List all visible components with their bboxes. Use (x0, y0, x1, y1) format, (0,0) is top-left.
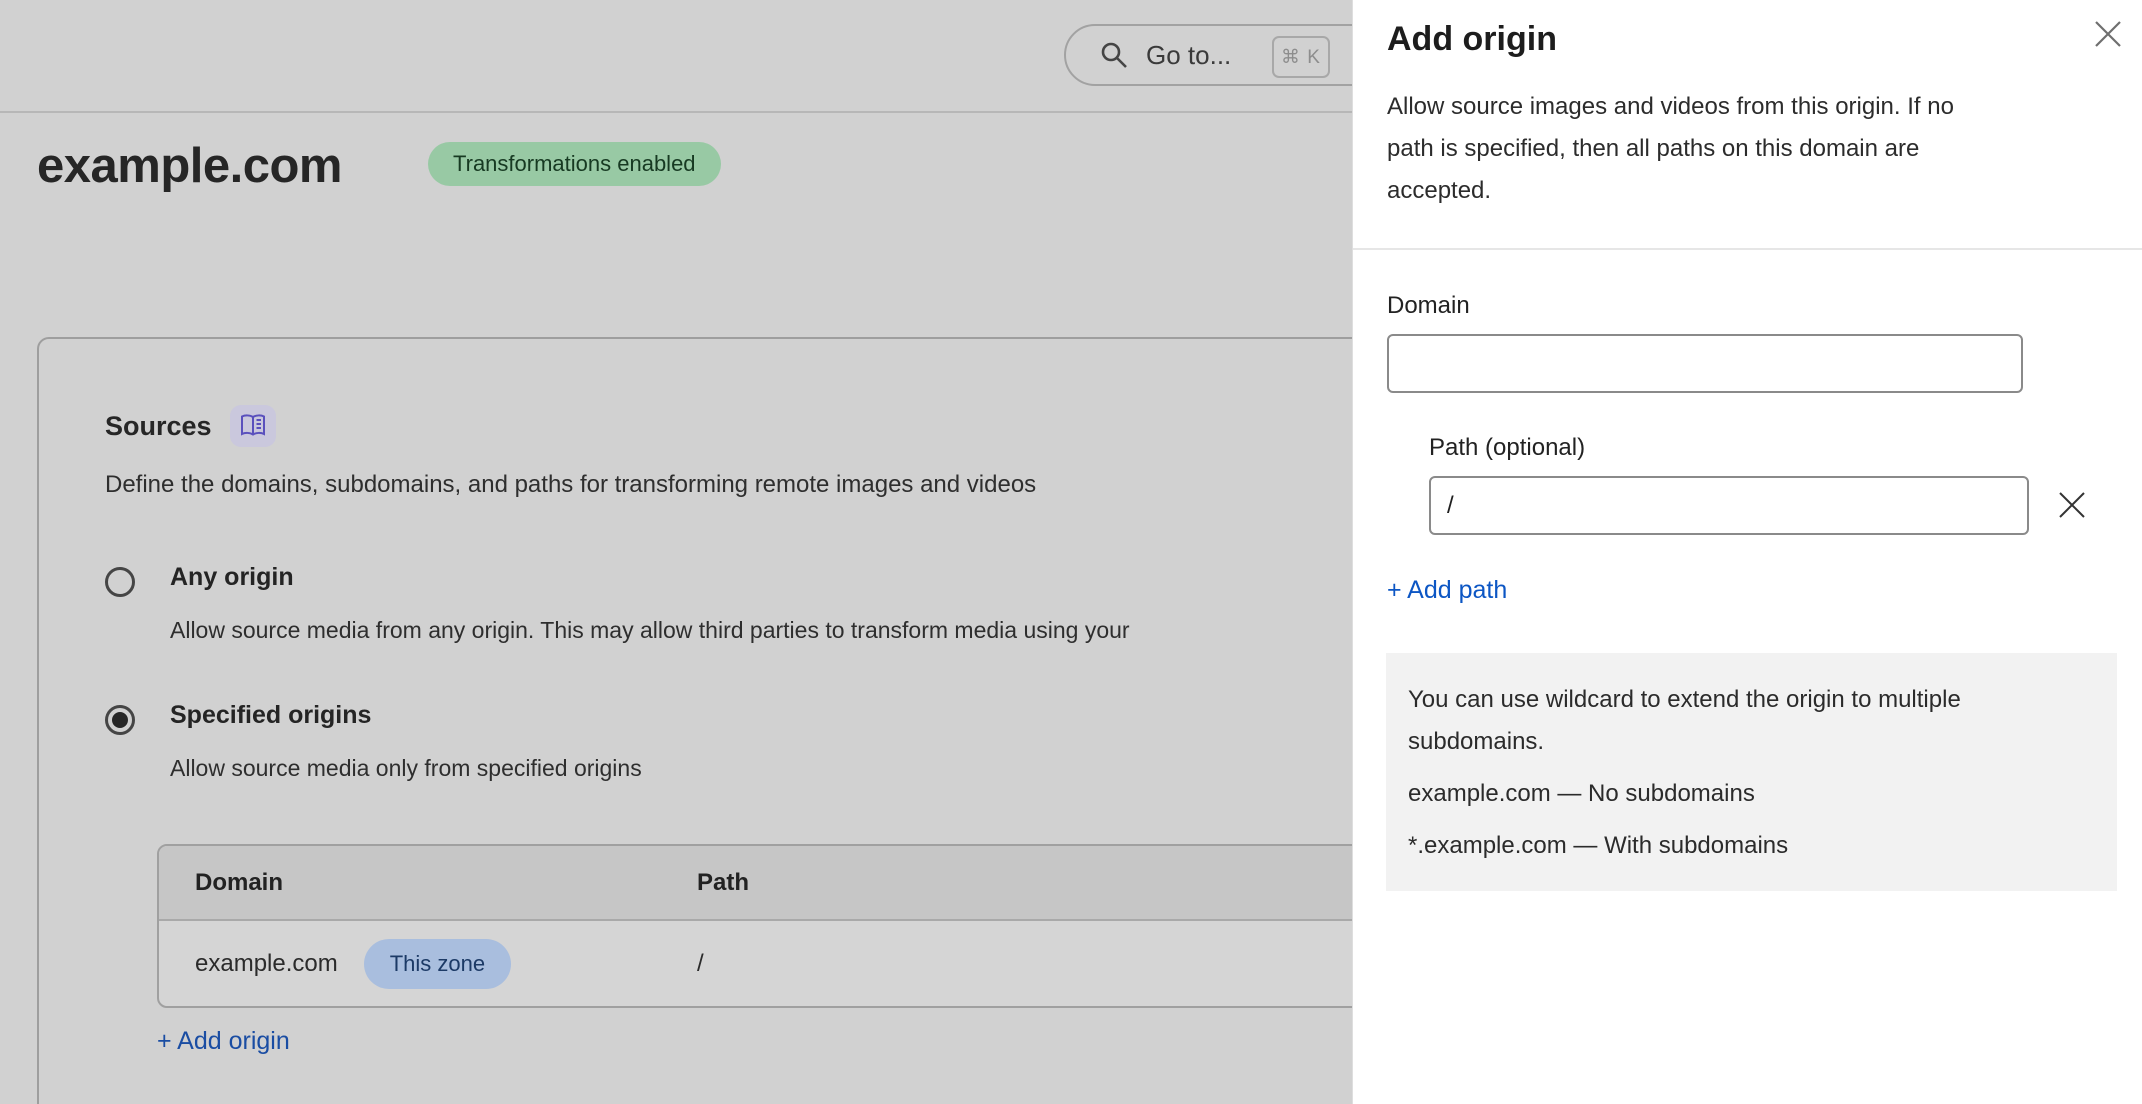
domain-field-label: Domain (1387, 292, 1470, 320)
remove-path-button[interactable] (2045, 478, 2099, 532)
wildcard-info-box: You can use wildcard to extend the origi… (1386, 653, 2117, 891)
radio-specified-origins-description: Allow source media only from specified o… (170, 755, 642, 782)
panel-description: Allow source images and videos from this… (1387, 86, 1954, 212)
row-domain-value: example.com (195, 950, 338, 978)
keyboard-shortcut-badge: ⌘ K (1272, 36, 1330, 78)
app-root: Go to... ⌘ K example.com Transformations… (0, 0, 2142, 1104)
radio-specified-origins[interactable] (105, 705, 135, 735)
add-origin-panel: Add origin Allow source images and video… (1352, 0, 2142, 1104)
path-field-label: Path (optional) (1429, 434, 1585, 462)
sources-heading: Sources (105, 411, 212, 442)
info-line: You can use wildcard to extend the origi… (1408, 679, 2095, 721)
radio-any-origin-description: Allow source media from any origin. This… (170, 617, 1130, 644)
column-header-path: Path (697, 869, 749, 897)
add-origin-link[interactable]: + Add origin (157, 1027, 290, 1056)
this-zone-badge: This zone (364, 939, 511, 989)
open-book-icon (239, 413, 267, 439)
info-example-no-subdomains: example.com — No subdomains (1408, 773, 2095, 815)
path-input[interactable] (1429, 476, 2029, 535)
status-badge: Transformations enabled (428, 142, 721, 186)
radio-any-origin[interactable] (105, 567, 135, 597)
sources-description: Define the domains, subdomains, and path… (105, 471, 1036, 499)
divider (1353, 248, 2142, 250)
remove-x-icon (2055, 488, 2089, 522)
info-line: subdomains. (1408, 721, 2095, 763)
close-x-icon (2092, 18, 2124, 50)
column-header-domain: Domain (195, 869, 283, 897)
panel-title: Add origin (1387, 20, 1557, 59)
info-example-with-subdomains: *.example.com — With subdomains (1408, 825, 2095, 867)
row-path-value: / (697, 950, 704, 978)
close-button[interactable] (2082, 8, 2134, 60)
search-icon (1098, 39, 1130, 71)
search-placeholder: Go to... (1146, 40, 1231, 71)
radio-specified-origins-label[interactable]: Specified origins (170, 701, 371, 730)
add-path-link[interactable]: + Add path (1387, 576, 1507, 605)
docs-link[interactable] (230, 405, 276, 447)
domain-input[interactable] (1387, 334, 2023, 393)
radio-any-origin-label[interactable]: Any origin (170, 563, 294, 592)
page-title: example.com (37, 138, 342, 194)
